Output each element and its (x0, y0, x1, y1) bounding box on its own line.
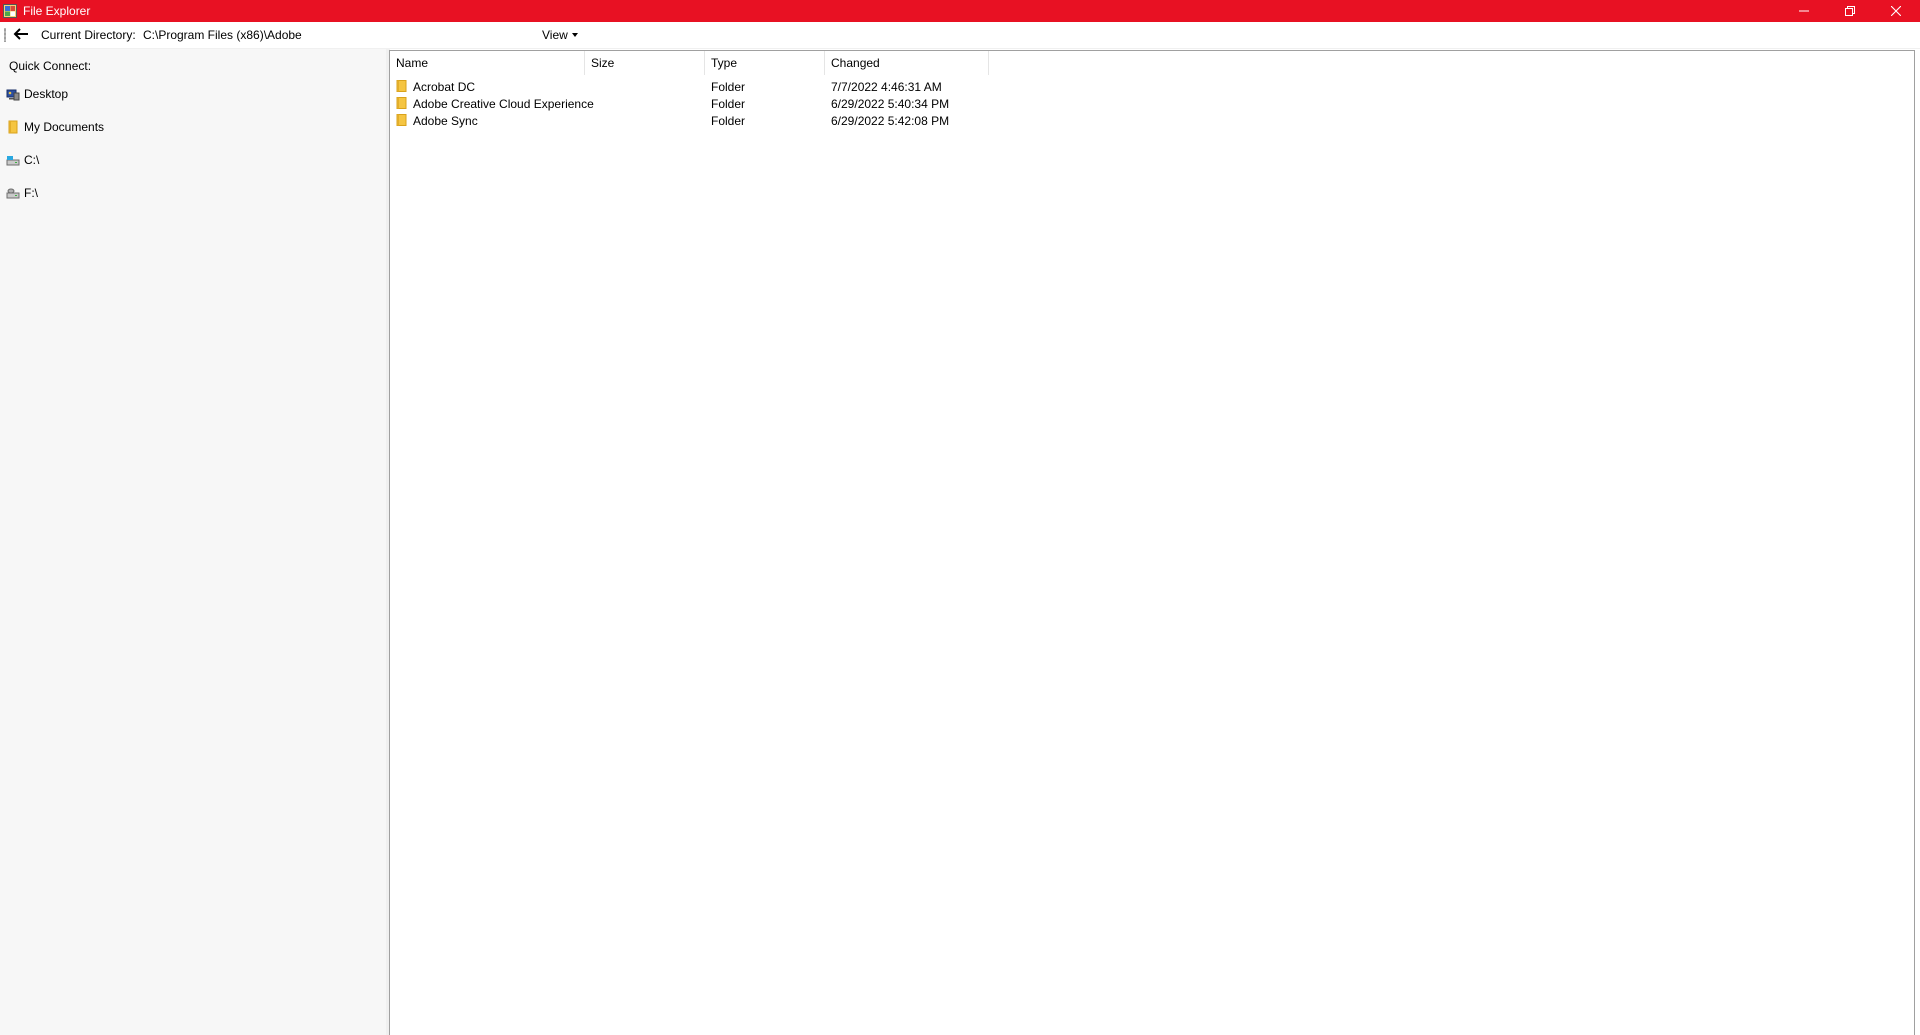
quick-connect-label: Desktop (24, 87, 69, 101)
chevron-down-icon (571, 33, 578, 37)
file-name: Acrobat DC (413, 80, 476, 94)
file-type: Folder (711, 97, 746, 111)
drive-icon (6, 186, 20, 200)
folder-icon (6, 120, 20, 134)
quick-connect-item-desktop[interactable]: Desktop (6, 84, 68, 104)
view-menu-button[interactable]: View (542, 28, 578, 42)
toolbar-grip[interactable] (4, 28, 6, 42)
window-title: File Explorer (23, 4, 91, 18)
folder-icon (396, 80, 407, 92)
quick-connect-item-my-documents[interactable]: My Documents (6, 117, 104, 137)
file-changed: 6/29/2022 5:40:34 PM (831, 97, 950, 111)
toolbar: Current Directory: View (0, 22, 1920, 49)
file-list[interactable]: Name Size Type Changed Acrobat DC Folder… (389, 50, 1915, 1035)
folder-icon (396, 97, 407, 109)
quick-connect-label: My Documents (24, 120, 105, 134)
quick-connect-heading: Quick Connect: (9, 59, 92, 73)
title-bar: File Explorer (0, 0, 1920, 22)
table-row[interactable]: Acrobat DC Folder 7/7/2022 4:46:31 AM (390, 78, 990, 95)
drive-icon (6, 153, 20, 167)
table-row[interactable]: Adobe Creative Cloud Experience Folder 6… (390, 95, 990, 112)
quick-connect-item-f-drive[interactable]: F:\ (6, 183, 38, 203)
current-directory-input[interactable] (139, 25, 539, 45)
folder-icon (396, 114, 407, 126)
file-name: Adobe Sync (413, 114, 478, 128)
current-directory-label: Current Directory: (41, 28, 136, 42)
back-arrow-icon (13, 27, 29, 43)
file-name: Adobe Creative Cloud Experience (413, 97, 594, 111)
file-type: Folder (711, 114, 746, 128)
desktop-icon (6, 87, 20, 101)
column-header-name[interactable]: Name (390, 51, 585, 75)
table-row[interactable]: Adobe Sync Folder 6/29/2022 5:42:08 PM (390, 112, 990, 129)
column-header-type[interactable]: Type (705, 51, 825, 75)
file-changed: 7/7/2022 4:46:31 AM (831, 80, 942, 94)
quick-connect-label: F:\ (24, 186, 38, 200)
view-label: View (542, 28, 568, 42)
restore-button[interactable] (1827, 0, 1873, 22)
restore-icon (1845, 6, 1855, 16)
close-button[interactable] (1873, 0, 1919, 22)
minimize-button[interactable] (1781, 0, 1827, 22)
column-header-changed[interactable]: Changed (825, 51, 989, 75)
app-icon (3, 4, 17, 18)
column-header-size[interactable]: Size (585, 51, 705, 75)
file-changed: 6/29/2022 5:42:08 PM (831, 114, 950, 128)
close-icon (1891, 6, 1901, 16)
quick-connect-panel: Quick Connect: Desktop My Documents C:\ … (0, 49, 386, 1035)
back-button[interactable] (10, 25, 32, 45)
file-type: Folder (711, 80, 746, 94)
minimize-icon (1799, 6, 1809, 16)
quick-connect-label: C:\ (24, 153, 40, 167)
quick-connect-item-c-drive[interactable]: C:\ (6, 150, 39, 170)
